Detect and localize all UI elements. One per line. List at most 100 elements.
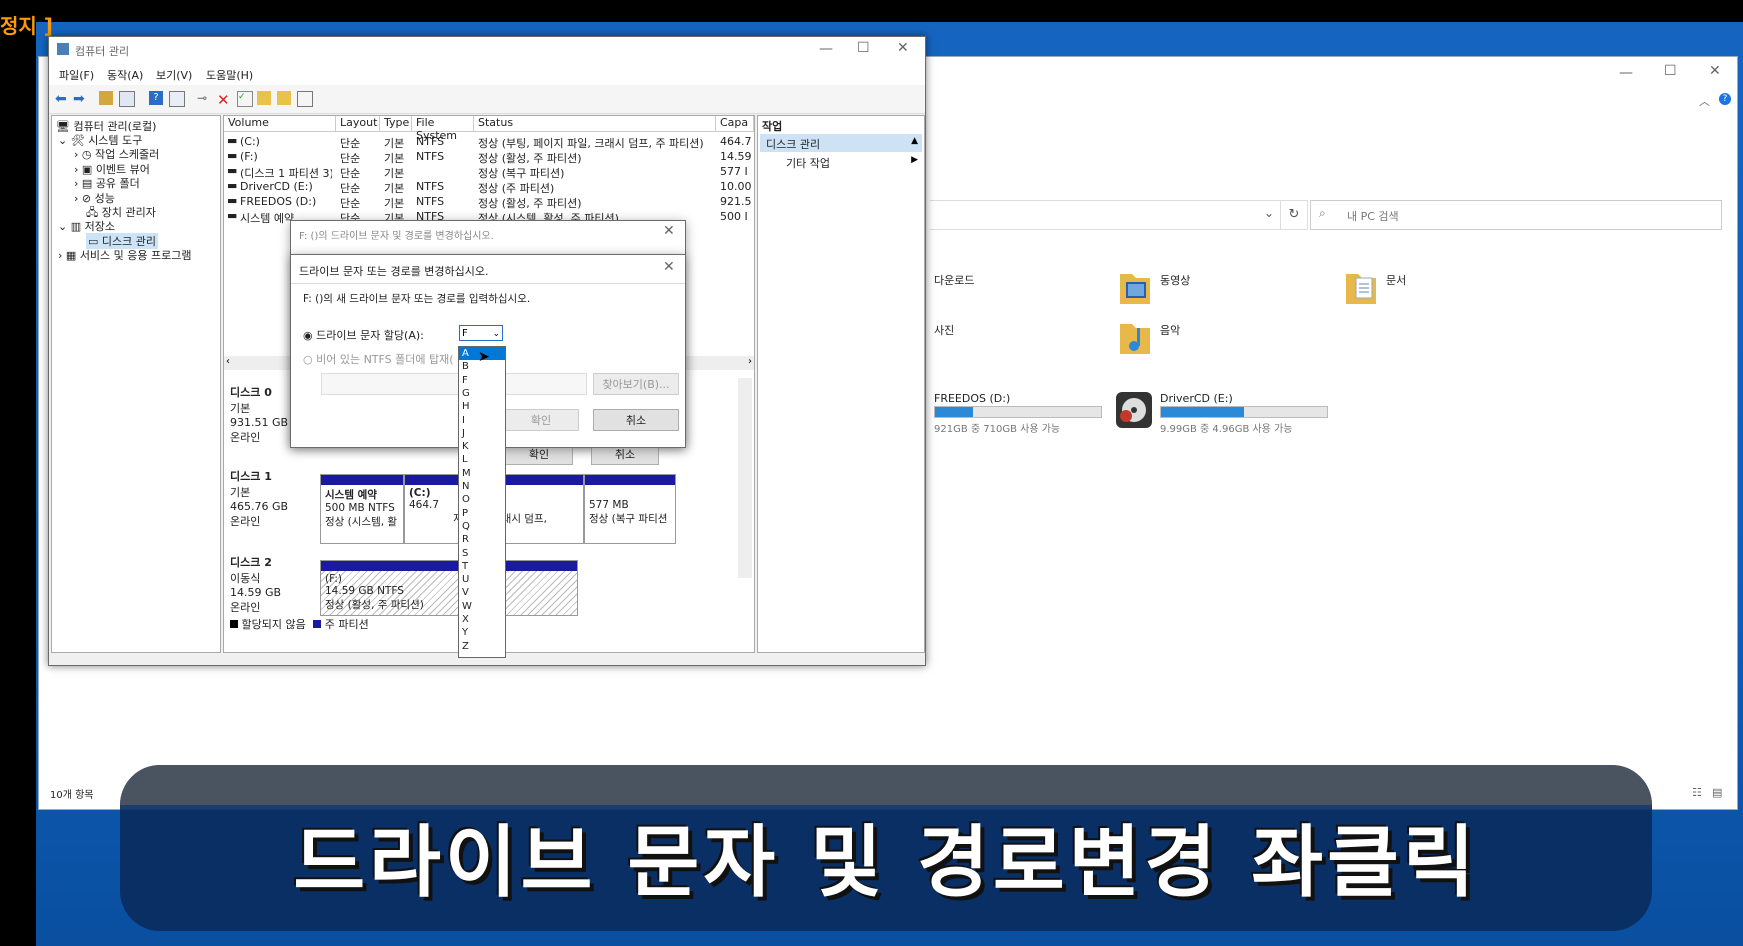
dropdown-option[interactable]: Q <box>459 520 505 533</box>
dvd-drive-icon[interactable] <box>1116 392 1152 428</box>
help-icon[interactable]: ? <box>1719 93 1731 105</box>
dropdown-option[interactable]: M <box>459 467 505 480</box>
check-icon[interactable]: ✓ <box>237 91 253 107</box>
dropdown-option[interactable]: G <box>459 387 505 400</box>
maximize-icon[interactable]: ☐ <box>857 40 870 56</box>
dropdown-option[interactable]: X <box>459 613 505 626</box>
address-bar[interactable]: ⌄ <box>930 200 1280 230</box>
cancel-button[interactable]: 취소 <box>593 409 679 431</box>
radio-mount-folder[interactable]: ○ 비어 있는 NTFS 폴더에 탑재( <box>303 351 454 367</box>
tree-storage[interactable]: ⌄ ▥ 저장소 <box>58 218 115 234</box>
dropdown-option[interactable]: R <box>459 533 505 546</box>
dropdown-option[interactable]: P <box>459 507 505 520</box>
dropdown-option[interactable]: S <box>459 547 505 560</box>
show-hide-tree-icon[interactable] <box>119 91 135 107</box>
radio-assign-letter[interactable]: ◉ 드라이브 문자 할당(A): <box>303 327 424 343</box>
dropdown-option[interactable]: F <box>459 374 505 387</box>
chevron-down-icon[interactable]: ⌄ <box>1264 206 1274 220</box>
videos-folder-icon[interactable] <box>1118 268 1152 306</box>
dropdown-option[interactable]: H <box>459 400 505 413</box>
dropdown-option[interactable]: Y <box>459 626 505 639</box>
menu-view[interactable]: 보기(V) <box>156 67 192 83</box>
properties-icon[interactable] <box>169 91 185 107</box>
dropdown-option[interactable]: L <box>459 453 505 466</box>
help-icon[interactable]: ? <box>149 91 163 105</box>
list-view-icon[interactable] <box>297 91 313 107</box>
partition-recovery[interactable]: 577 MB 정상 (복구 파티션 <box>584 474 676 544</box>
dropdown-option[interactable]: W <box>459 600 505 613</box>
table-row[interactable]: ▬ (C:) 단순 기본 NTFS 정상 (부팅, 페이지 파일, 크래시 덤프, 주 파… <box>224 134 754 150</box>
col-status[interactable]: Status <box>474 116 716 132</box>
back-icon[interactable]: ⬅ <box>55 91 69 107</box>
col-volume[interactable]: Volume <box>224 116 336 132</box>
actions-more[interactable]: 기타 작업 ▶ <box>760 154 922 170</box>
dropdown-option[interactable]: Z <box>459 640 505 653</box>
col-filesystem[interactable]: File System <box>412 116 474 142</box>
connect-icon[interactable]: ⊸ <box>197 91 211 105</box>
ok-button[interactable]: 확인 <box>503 409 579 431</box>
tree-task-scheduler[interactable]: › ◷ 작업 스케줄러 <box>74 146 159 162</box>
search-input[interactable]: ⌕ 내 PC 검색 <box>1310 200 1722 230</box>
disk2-info[interactable]: 디스크 2 이동식 14.59 GB 온라인 <box>230 554 310 615</box>
minimize-icon[interactable]: — <box>819 41 833 57</box>
menu-help[interactable]: 도움말(H) <box>206 67 253 83</box>
menu-action[interactable]: 동작(A) <box>107 67 143 83</box>
collapse-up-icon[interactable]: ▲ <box>911 136 918 146</box>
drive-letter-select[interactable]: F ⌄ <box>459 325 503 341</box>
dropdown-option[interactable]: O <box>459 493 505 506</box>
scroll-right-icon[interactable]: › <box>748 356 752 367</box>
partition-f[interactable]: (F:) 14.59 GB NTFS 정상 (활성, 주 파티션) <box>320 560 578 616</box>
folder-videos[interactable]: 동영상 <box>1160 272 1190 288</box>
selected-letter: F <box>462 328 468 339</box>
chevron-up-icon[interactable]: ︿ <box>1699 93 1710 109</box>
dropdown-option[interactable]: T <box>459 560 505 573</box>
dropdown-option[interactable]: V <box>459 586 505 599</box>
delete-icon[interactable]: ✕ <box>217 91 231 109</box>
col-layout[interactable]: Layout <box>336 116 380 132</box>
search-folder-icon[interactable] <box>277 91 291 105</box>
refresh-icon[interactable]: ↻ <box>1280 200 1308 230</box>
browse-button[interactable]: 찾아보기(B)... <box>593 373 679 395</box>
details-view-icon[interactable]: ☷ <box>1692 786 1702 799</box>
volume-icon: ▬ <box>227 209 237 222</box>
partition-system-reserved[interactable]: 시스템 예약 500 MB NTFS 정상 (시스템, 활 <box>320 474 404 544</box>
documents-folder-icon[interactable] <box>1344 268 1378 306</box>
col-capacity[interactable]: Capa <box>716 116 754 132</box>
close-icon[interactable]: ✕ <box>897 40 909 56</box>
minimize-icon[interactable]: — <box>1619 65 1633 81</box>
dropdown-option[interactable]: I <box>459 414 505 427</box>
folder-downloads[interactable]: 다운로드 <box>934 272 974 288</box>
table-row[interactable]: ▬ (F:) 단순 기본 NTFS 정상 (활성, 주 파티션) 14.59 <box>224 149 754 165</box>
disk1-info[interactable]: 디스크 1 기본 465.76 GB 온라인 <box>230 468 310 529</box>
up-folder-icon[interactable] <box>99 91 113 105</box>
dropdown-option[interactable]: J <box>459 427 505 440</box>
col-type[interactable]: Type <box>380 116 412 132</box>
forward-icon[interactable]: ➡ <box>73 91 87 107</box>
mount-path-input[interactable] <box>321 373 587 395</box>
dropdown-option[interactable]: N <box>459 480 505 493</box>
tree-services[interactable]: › ▦ 서비스 및 응용 프로그램 <box>58 247 192 263</box>
scroll-left-icon[interactable]: ‹ <box>226 356 230 367</box>
folder-pictures[interactable]: 사진 <box>934 322 954 338</box>
tree-shared-folders[interactable]: › ▤ 공유 폴더 <box>74 175 140 191</box>
chevron-down-icon[interactable]: ⌄ <box>492 326 500 342</box>
tiles-view-icon[interactable]: ▤ <box>1712 786 1722 799</box>
maximize-icon[interactable]: ☐ <box>1664 63 1677 79</box>
music-folder-icon[interactable] <box>1118 318 1152 356</box>
close-icon[interactable]: ✕ <box>663 223 675 239</box>
folder-documents[interactable]: 문서 <box>1386 272 1406 288</box>
drive-freedos-label[interactable]: FREEDOS (D:) <box>934 392 1010 405</box>
folder-export-icon[interactable] <box>257 91 271 105</box>
actions-disk-management[interactable]: 디스크 관리 ▲ <box>760 134 922 152</box>
table-row[interactable]: ▬ FREEDOS (D:) 단순 기본 NTFS 정상 (활성, 주 파티션) 921.5 <box>224 194 754 210</box>
close-icon[interactable]: ✕ <box>663 259 675 275</box>
dropdown-option[interactable]: K <box>459 440 505 453</box>
menu-file[interactable]: 파일(F) <box>59 67 94 83</box>
dropdown-option[interactable]: U <box>459 573 505 586</box>
table-row[interactable]: ▬ (디스크 1 파티션 3) 단순 기본 정상 (복구 파티션) 577 I <box>224 164 754 180</box>
vertical-scrollbar[interactable] <box>738 378 752 578</box>
table-row[interactable]: ▬ DriverCD (E:) 단순 기본 NTFS 정상 (주 파티션) 10.00 <box>224 179 754 195</box>
drive-drivercd-label[interactable]: DriverCD (E:) <box>1160 392 1233 405</box>
close-icon[interactable]: ✕ <box>1709 63 1721 79</box>
folder-music[interactable]: 음악 <box>1160 322 1180 338</box>
